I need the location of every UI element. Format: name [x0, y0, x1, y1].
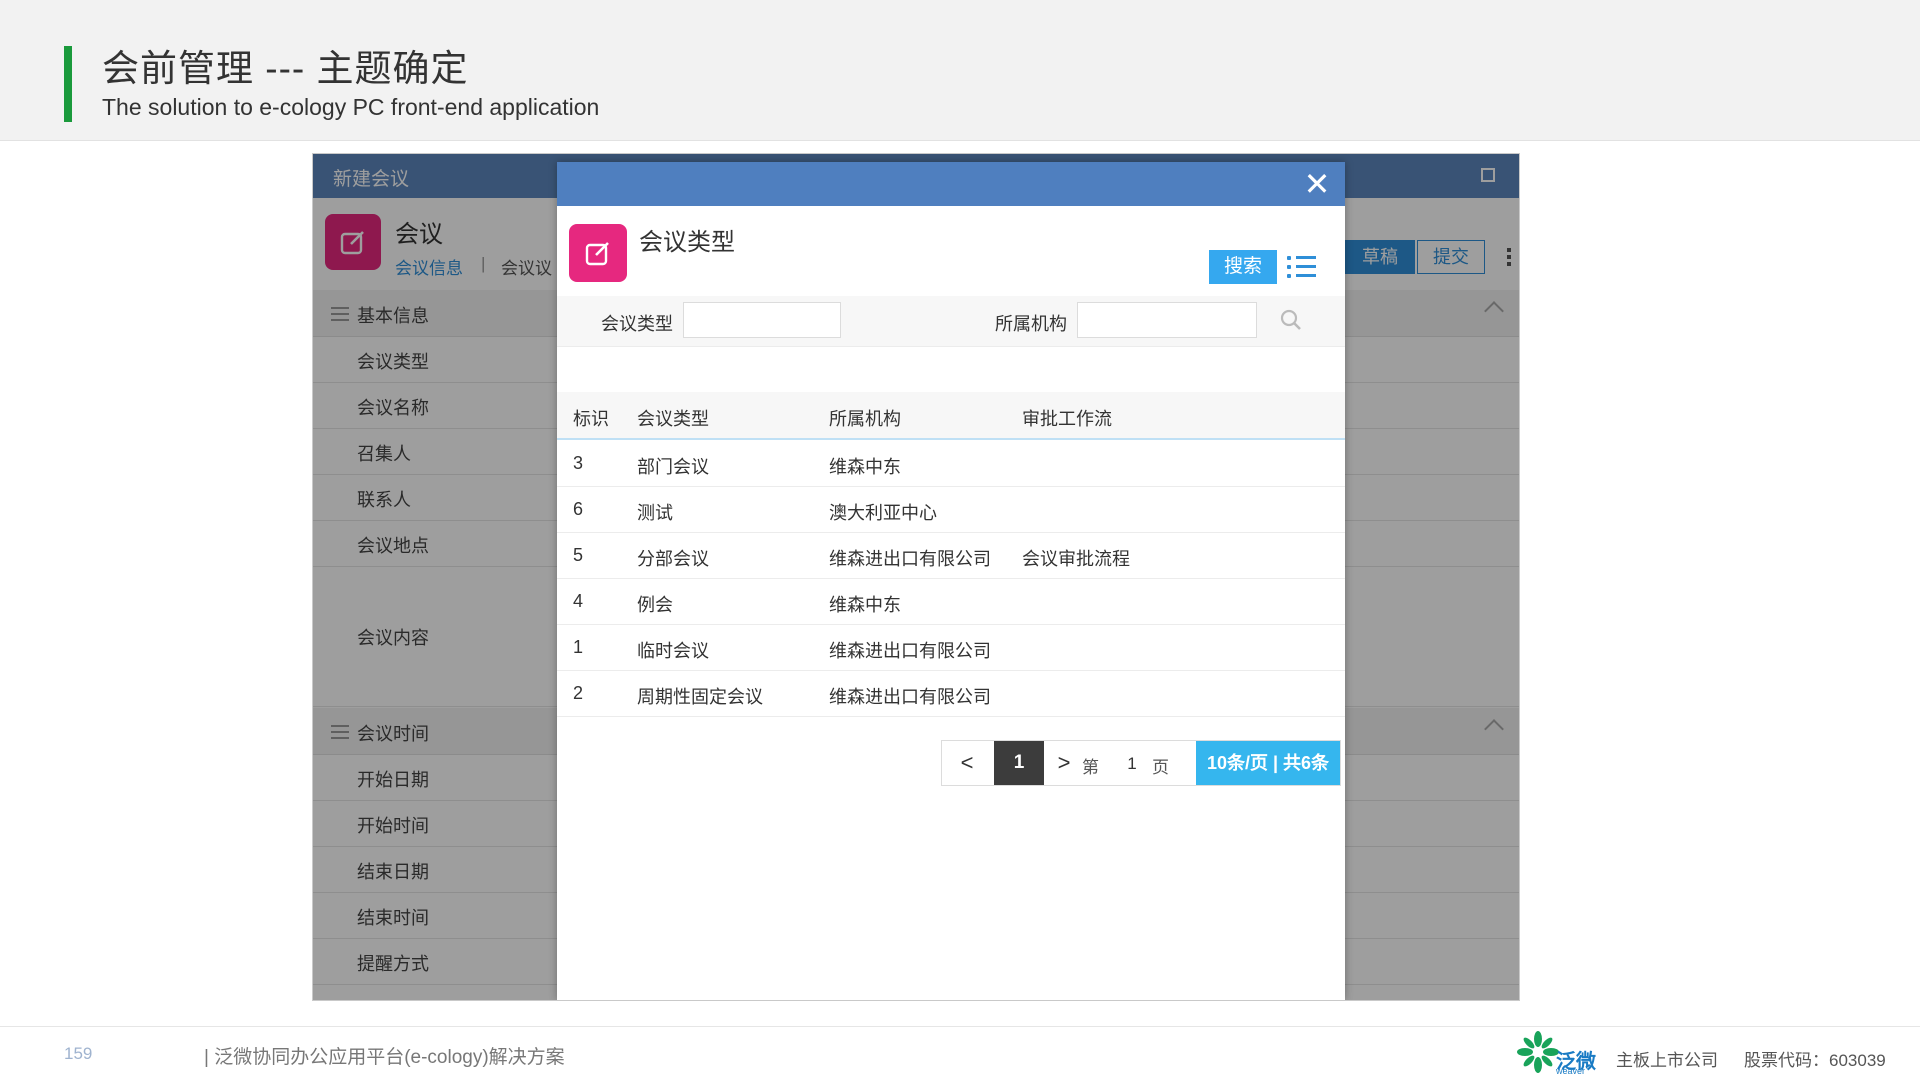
cell-org: 维森进出口有限公司	[829, 687, 991, 707]
prev-page-button[interactable]: <	[942, 741, 992, 785]
cell-id: 4	[573, 591, 584, 611]
table-row[interactable]: 1 临时会议 维森进出口有限公司	[557, 624, 1345, 671]
cell-type: 测试	[637, 503, 673, 523]
cell-type: 临时会议	[637, 641, 709, 661]
footer-text: | 泛微协同办公应用平台(e-cology)解决方案	[204, 1047, 565, 1068]
cell-org: 澳大利亚中心	[829, 503, 937, 523]
filter-org-label: 所属机构	[995, 314, 1067, 334]
pagination: < 1 > 第 页 10条/页 | 共6条	[941, 740, 1341, 786]
cell-type: 部门会议	[637, 457, 709, 477]
table-row[interactable]: 2 周期性固定会议 维森进出口有限公司	[557, 670, 1345, 717]
cell-workflow: 会议审批流程	[1022, 549, 1130, 569]
cell-type: 分部会议	[637, 549, 709, 569]
cell-type: 例会	[637, 595, 673, 615]
next-page-button[interactable]: >	[1046, 741, 1082, 785]
column-header-org[interactable]: 所属机构	[829, 405, 901, 431]
logo-subtext: weaver	[1556, 1066, 1586, 1076]
slide-subtitle: The solution to e-cology PC front-end ap…	[102, 94, 600, 120]
cell-id: 6	[573, 499, 584, 519]
filter-type-input[interactable]	[683, 302, 841, 338]
cell-id: 3	[573, 453, 584, 473]
table-row[interactable]: 4 例会 维森中东	[557, 578, 1345, 625]
dialog-header: 会议类型 搜索	[557, 206, 1345, 297]
cell-org: 维森进出口有限公司	[829, 641, 991, 661]
cell-id: 1	[573, 637, 584, 657]
cell-id: 2	[573, 683, 584, 703]
table-row[interactable]: 3 部门会议 维森中东	[557, 440, 1345, 487]
column-header-id[interactable]: 标识	[573, 405, 609, 431]
filter-org-input[interactable]	[1077, 302, 1257, 338]
page-jump-input[interactable]	[1116, 745, 1148, 783]
page-jump-prefix: 第	[1082, 758, 1099, 777]
app-screenshot: 新建会议 会议 会议信息 | 会议议 草稿 提交 基本信息 会议类型 会议名称 …	[312, 153, 1520, 1001]
cell-type: 周期性固定会议	[637, 687, 763, 707]
list-icon[interactable]	[1287, 252, 1317, 282]
edit-icon	[569, 224, 627, 282]
cell-org: 维森中东	[829, 457, 901, 477]
page-jump-suffix: 页	[1152, 758, 1169, 777]
filter-bar: 会议类型 所属机构	[557, 296, 1345, 347]
slide-title: 会前管理 --- 主题确定	[102, 48, 469, 89]
stock-code-text: 股票代码：603039	[1744, 1051, 1886, 1070]
slide-header: 会前管理 --- 主题确定 The solution to e-cology P…	[0, 0, 1920, 141]
table-header: 标识 会议类型 所属机构 审批工作流	[557, 392, 1345, 440]
current-page-button[interactable]: 1	[994, 741, 1044, 785]
cell-org: 维森进出口有限公司	[829, 549, 991, 569]
search-icon[interactable]	[1279, 308, 1303, 332]
footer-divider	[0, 1026, 1920, 1027]
cell-org: 维森中东	[829, 595, 901, 615]
column-header-type[interactable]: 会议类型	[637, 405, 709, 431]
table-row[interactable]: 6 测试 澳大利亚中心	[557, 486, 1345, 533]
cell-id: 5	[573, 545, 584, 565]
title-accent-bar	[64, 46, 72, 122]
dialog-titlebar: ✕	[557, 162, 1345, 206]
meeting-type-dialog: ✕ 会议类型 搜索 会议类型 所属机构 标识 会议类型 所属机构 审批工作流 3…	[557, 162, 1345, 1000]
dialog-title: 会议类型	[639, 229, 735, 256]
listing-text: 主板上市公司	[1616, 1051, 1718, 1070]
close-icon[interactable]: ✕	[1299, 166, 1335, 202]
slide-page-number: 159	[64, 1044, 93, 1063]
search-button[interactable]: 搜索	[1209, 250, 1277, 284]
page-size-selector[interactable]: 10条/页 | 共6条	[1196, 741, 1340, 785]
filter-type-label: 会议类型	[601, 314, 673, 334]
column-header-workflow[interactable]: 审批工作流	[1022, 405, 1112, 431]
table-row[interactable]: 5 分部会议 维森进出口有限公司 会议审批流程	[557, 532, 1345, 579]
